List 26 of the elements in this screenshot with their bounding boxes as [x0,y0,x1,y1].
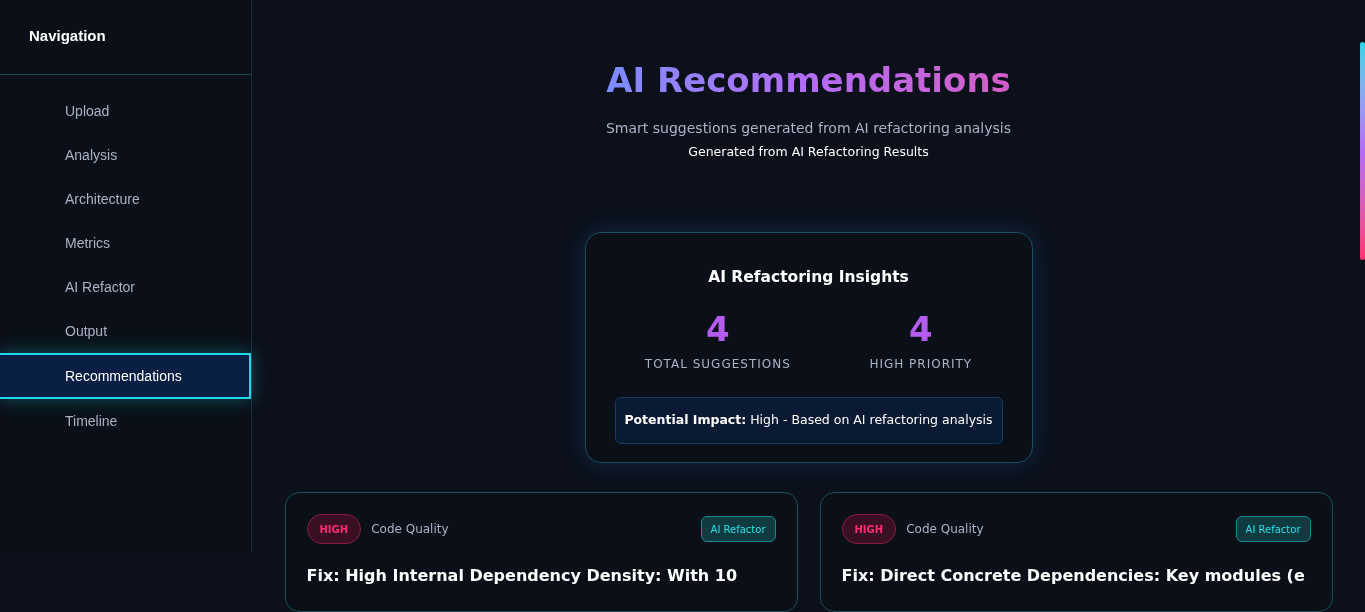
nav-item[interactable]: Upload [0,89,251,133]
nav-item[interactable]: Timeline [0,399,251,443]
stat-label: TOTAL SUGGESTIONS [644,356,791,373]
stat-value: 4 [705,309,730,349]
priority-badge: HIGH [306,514,362,544]
nav-item[interactable]: Recommendations [0,353,251,399]
sidebar-title: Navigation [29,27,106,44]
category-label: Code Quality [371,521,449,538]
source-tag: AI Refactor [700,516,776,542]
priority-badge: HIGH [841,514,897,544]
nav-item[interactable]: Analysis [0,133,251,177]
stat-value: 4 [908,309,933,349]
impact-text: Potential Impact: High - Based on AI refactoring analysis [624,411,993,430]
scrollbar-thumb[interactable] [1360,42,1365,260]
nav-item[interactable]: Architecture [0,177,251,221]
nav-item[interactable]: AI Refactor [0,265,251,309]
category-label: Code Quality [906,521,984,538]
insights-title: AI Refactoring Insights [708,266,909,288]
nav-item[interactable]: Output [0,309,251,353]
card-title: Fix: Direct Concrete Dependencies: Key modules (e [841,565,1306,587]
card-title: Fix: High Internal Dependency Density: With 10 [306,565,739,587]
source-note: Generated from AI Refactoring Results [688,143,929,161]
nav-item[interactable]: Metrics [0,221,251,265]
stat-label: HIGH PRIORITY [869,356,973,373]
page-subtitle: Smart suggestions generated from AI refactoring analysis [606,119,1011,138]
source-tag: AI Refactor [1235,516,1311,542]
